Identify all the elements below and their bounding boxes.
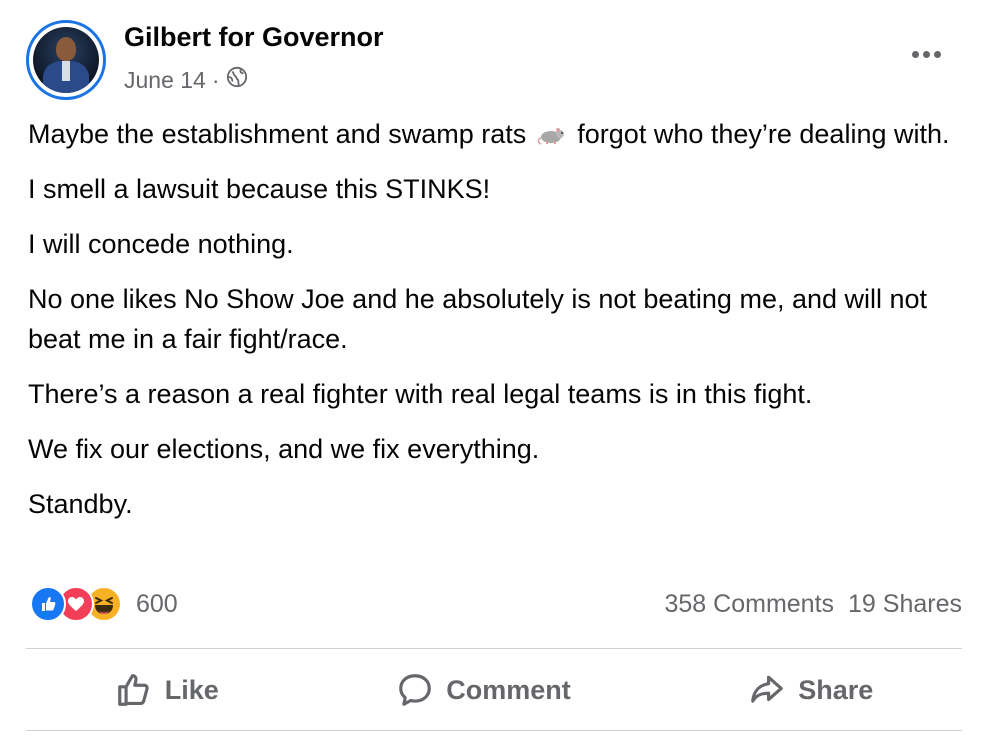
more-dot-icon [933,50,941,58]
more-dot-icon [922,50,930,58]
profile-photo [33,27,99,93]
meta-separator: · [211,66,220,93]
post-paragraph: Maybe the establishment and swamp rats f… [28,114,958,154]
engagement-stats: 358 Comments 19 Shares [665,590,963,619]
more-options-button[interactable] [906,44,946,64]
post-paragraph: Standby. [28,489,133,519]
post-paragraph: There’s a reason a real fighter with rea… [28,379,813,409]
share-button[interactable]: Share [728,661,893,719]
comments-count[interactable]: 358 Comments [665,590,835,619]
post-paragraph: No one likes No Show Joe and he absolute… [28,284,928,354]
paragraph-text: Maybe the establishment and swamp rats [28,119,527,149]
paragraph-text: forgot who they’re dealing with. [577,119,950,149]
share-arrow-icon [751,675,784,703]
comment-button[interactable]: Comment [376,661,591,719]
rat-icon [536,118,568,145]
more-dot-icon [911,50,919,58]
like-label: Like [164,674,219,705]
comment-bubble-icon [399,674,432,706]
thumbs-up-icon [117,674,149,706]
reactions-summary[interactable]: 600 [30,586,178,622]
post-paragraph: We fix our elections, and we fix everyth… [28,434,540,464]
post-paragraph: I smell a lawsuit because this STINKS! [28,174,491,204]
divider [26,648,962,649]
post-meta: June 14 · [124,66,248,94]
post-date[interactable]: June 14 [124,67,206,94]
profile-avatar[interactable] [26,20,106,100]
post-actions-bar: Like Comment Share [26,650,962,730]
shares-count[interactable]: 19 Shares [848,590,962,619]
page-name[interactable]: Gilbert for Governor [124,22,384,53]
post-text: Maybe the establishment and swamp rats f… [28,114,958,539]
comment-label: Comment [446,674,571,705]
post-paragraph: I will concede nothing. [28,229,294,259]
like-reaction-icon [30,586,66,622]
like-button[interactable]: Like [95,661,239,719]
divider [26,730,962,731]
globe-icon[interactable] [226,66,248,94]
share-label: Share [798,674,874,705]
reaction-count[interactable]: 600 [136,590,178,619]
